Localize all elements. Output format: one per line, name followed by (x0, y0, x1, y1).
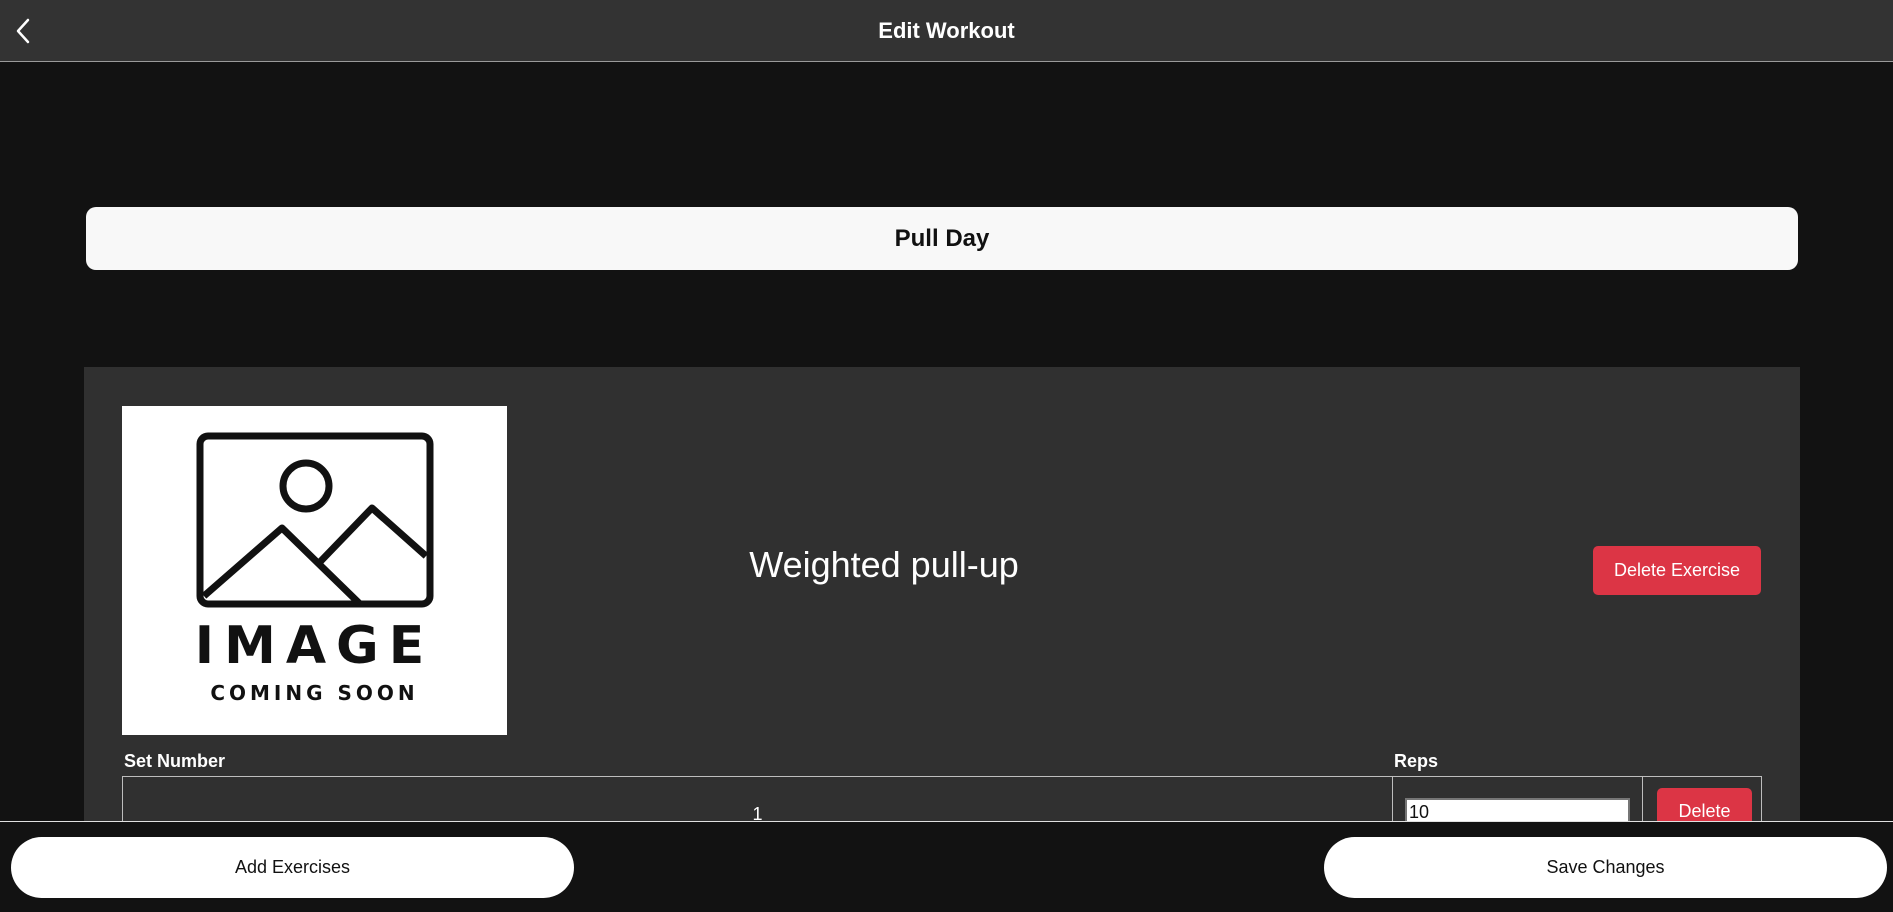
top-bar: Edit Workout (0, 0, 1893, 62)
delete-exercise-button[interactable]: Delete Exercise (1593, 546, 1761, 595)
workout-name-input[interactable] (86, 207, 1798, 270)
save-changes-button[interactable]: Save Changes (1324, 837, 1887, 898)
column-header-set-number: Set Number (124, 751, 226, 771)
bottom-action-bar: Add Exercises Save Changes (0, 821, 1893, 912)
page-title: Edit Workout (878, 18, 1015, 43)
exercise-image: IMAGE COMING SOON (122, 406, 507, 735)
add-exercises-button[interactable]: Add Exercises (11, 837, 574, 898)
column-header-reps: Reps (1394, 751, 1439, 771)
exercise-card: IMAGE COMING SOON Weighted pull-up Delet… (84, 367, 1800, 837)
image-placeholder-title: IMAGE (194, 616, 435, 676)
image-placeholder-subtitle: COMING SOON (210, 681, 419, 705)
exercise-name: Weighted pull-up (749, 544, 1019, 585)
